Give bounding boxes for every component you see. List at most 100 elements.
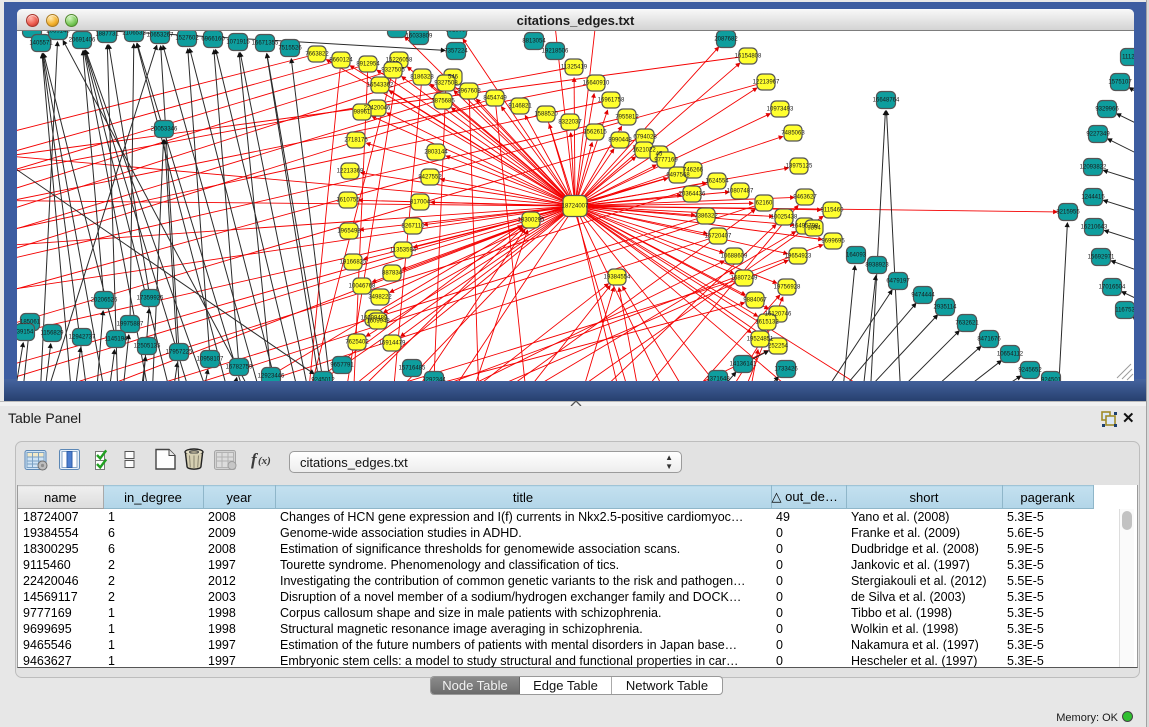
svg-text:3875685: 3875685 [431,99,455,105]
svg-text:16782759: 16782759 [226,365,253,371]
svg-text:8322037: 8322037 [558,120,582,126]
svg-text:20364436: 20364436 [679,192,706,198]
svg-text:1156829: 1156829 [41,331,65,337]
svg-text:12093822: 12093822 [1080,165,1107,171]
svg-text:62160: 62160 [756,201,773,207]
svg-text:14136141: 14136141 [730,362,757,368]
svg-text:9777169: 9777169 [654,158,678,164]
svg-text:12213369: 12213369 [337,169,364,175]
svg-text:10973493: 10973493 [767,107,794,113]
svg-text:7485063: 7485063 [781,131,805,137]
svg-text:8427552: 8427552 [418,175,442,181]
svg-text:15226058: 15226058 [386,58,413,64]
svg-text:8813054: 8813054 [522,39,546,45]
svg-text:10958107: 10958107 [197,357,224,363]
svg-text:19166825: 19166825 [340,260,367,266]
svg-text:16671355: 16671355 [252,41,279,47]
svg-text:16543362: 16543362 [367,83,394,89]
svg-text:15716485: 15716485 [399,366,426,372]
svg-text:12942737: 12942737 [69,335,96,341]
svg-text:1292344: 1292344 [422,378,446,382]
svg-text:1610755: 1610755 [336,198,360,204]
svg-text:7955812: 7955812 [615,115,639,121]
svg-text:9463627: 9463627 [793,195,817,201]
svg-text:7625402: 7625402 [345,340,369,346]
svg-text:11325419: 11325419 [561,65,588,71]
svg-text:1588520: 1588520 [534,112,558,118]
svg-text:1071915: 1071915 [226,40,250,46]
svg-text:7632621: 7632621 [955,321,979,327]
svg-text:13975125: 13975125 [786,164,813,170]
svg-text:8267110: 8267110 [402,224,426,230]
svg-text:1491557: 1491557 [20,31,44,33]
svg-text:8938923: 8938923 [865,263,889,269]
svg-text:18300295: 18300295 [518,218,545,224]
svg-text:9227349: 9227349 [1086,132,1110,138]
svg-text:(x): (x) [258,455,271,467]
svg-text:16640910: 16640910 [583,81,610,87]
svg-text:16807249: 16807249 [731,276,758,282]
svg-text:1887731: 1887731 [95,32,119,38]
svg-text:924501: 924501 [1041,378,1062,382]
svg-text:7357224: 7357224 [444,49,468,55]
svg-text:9657791: 9657791 [330,363,354,369]
svg-text:16961758: 16961758 [598,98,625,104]
svg-text:9146821: 9146821 [508,104,532,110]
svg-text:15720407: 15720407 [705,234,732,240]
svg-text:1145194: 1145194 [105,337,129,343]
svg-text:887834: 887834 [382,271,403,277]
svg-text:11125: 11125 [1122,55,1134,61]
svg-text:9245652: 9245652 [1018,368,1042,374]
svg-text:7386322: 7386322 [694,214,718,220]
svg-text:6479197: 6479197 [886,279,910,285]
svg-text:1615132: 1615132 [755,320,779,326]
svg-text:7663822: 7663822 [305,52,329,58]
svg-text:1405571: 1405571 [29,41,53,47]
svg-text:1527602: 1527602 [175,36,199,42]
svg-text:7515526: 7515526 [278,46,302,52]
svg-text:9115460: 9115460 [821,208,845,214]
svg-text:8912954: 8912954 [356,62,380,68]
svg-text:6966160: 6966160 [201,37,225,43]
svg-text:1244415: 1244415 [1081,195,1105,201]
svg-text:16154808: 16154808 [735,54,762,60]
svg-text:2935114: 2935114 [934,305,958,311]
svg-text:9474444: 9474444 [911,293,935,299]
svg-text:8454749: 8454749 [483,96,507,102]
svg-text:19975887: 19975887 [117,322,144,328]
svg-text:1609948: 1609948 [366,319,390,325]
svg-text:746266: 746266 [683,168,704,174]
svg-text:8813054: 8813054 [445,31,469,34]
svg-text:2087682: 2087682 [714,37,738,43]
svg-text:16210643: 16210643 [1081,225,1108,231]
svg-text:9699695: 9699695 [821,239,845,245]
svg-text:16648764: 16648764 [873,98,900,104]
svg-text:9884067: 9884067 [743,298,767,304]
svg-text:19218506: 19218506 [542,49,569,55]
svg-text:252254: 252254 [768,344,789,350]
svg-text:6794028: 6794028 [633,135,657,141]
svg-text:1603380: 1603380 [385,31,409,33]
svg-text:116753: 116753 [1115,308,1134,314]
svg-text:16120746: 16120746 [765,312,792,318]
svg-text:8215955: 8215955 [1056,210,1080,216]
svg-text:10688609: 10688609 [721,254,748,260]
svg-text:19524851: 19524851 [747,337,774,343]
svg-text:1621022: 1621022 [632,148,656,154]
svg-text:1733426: 1733426 [774,367,798,373]
svg-text:20206526: 20206526 [91,298,118,304]
svg-text:2967608: 2967608 [457,89,481,95]
svg-text:11353594: 11353594 [390,248,417,254]
svg-text:9894: 9894 [807,226,821,232]
svg-text:1965498: 1965498 [337,229,361,235]
svg-text:98961: 98961 [354,110,371,116]
svg-text:19384554: 19384554 [604,275,631,281]
svg-text:10653267: 10653267 [147,33,174,39]
svg-text:1575107: 1575107 [1108,80,1132,86]
svg-text:9327508: 9327508 [434,81,458,87]
svg-text:8990448: 8990448 [608,138,632,144]
svg-text:17016504: 17016504 [1099,285,1126,291]
svg-text:19756928: 19756928 [774,285,801,291]
svg-text:17957225: 17957225 [166,350,193,356]
svg-text:10046768: 10046768 [349,284,376,290]
